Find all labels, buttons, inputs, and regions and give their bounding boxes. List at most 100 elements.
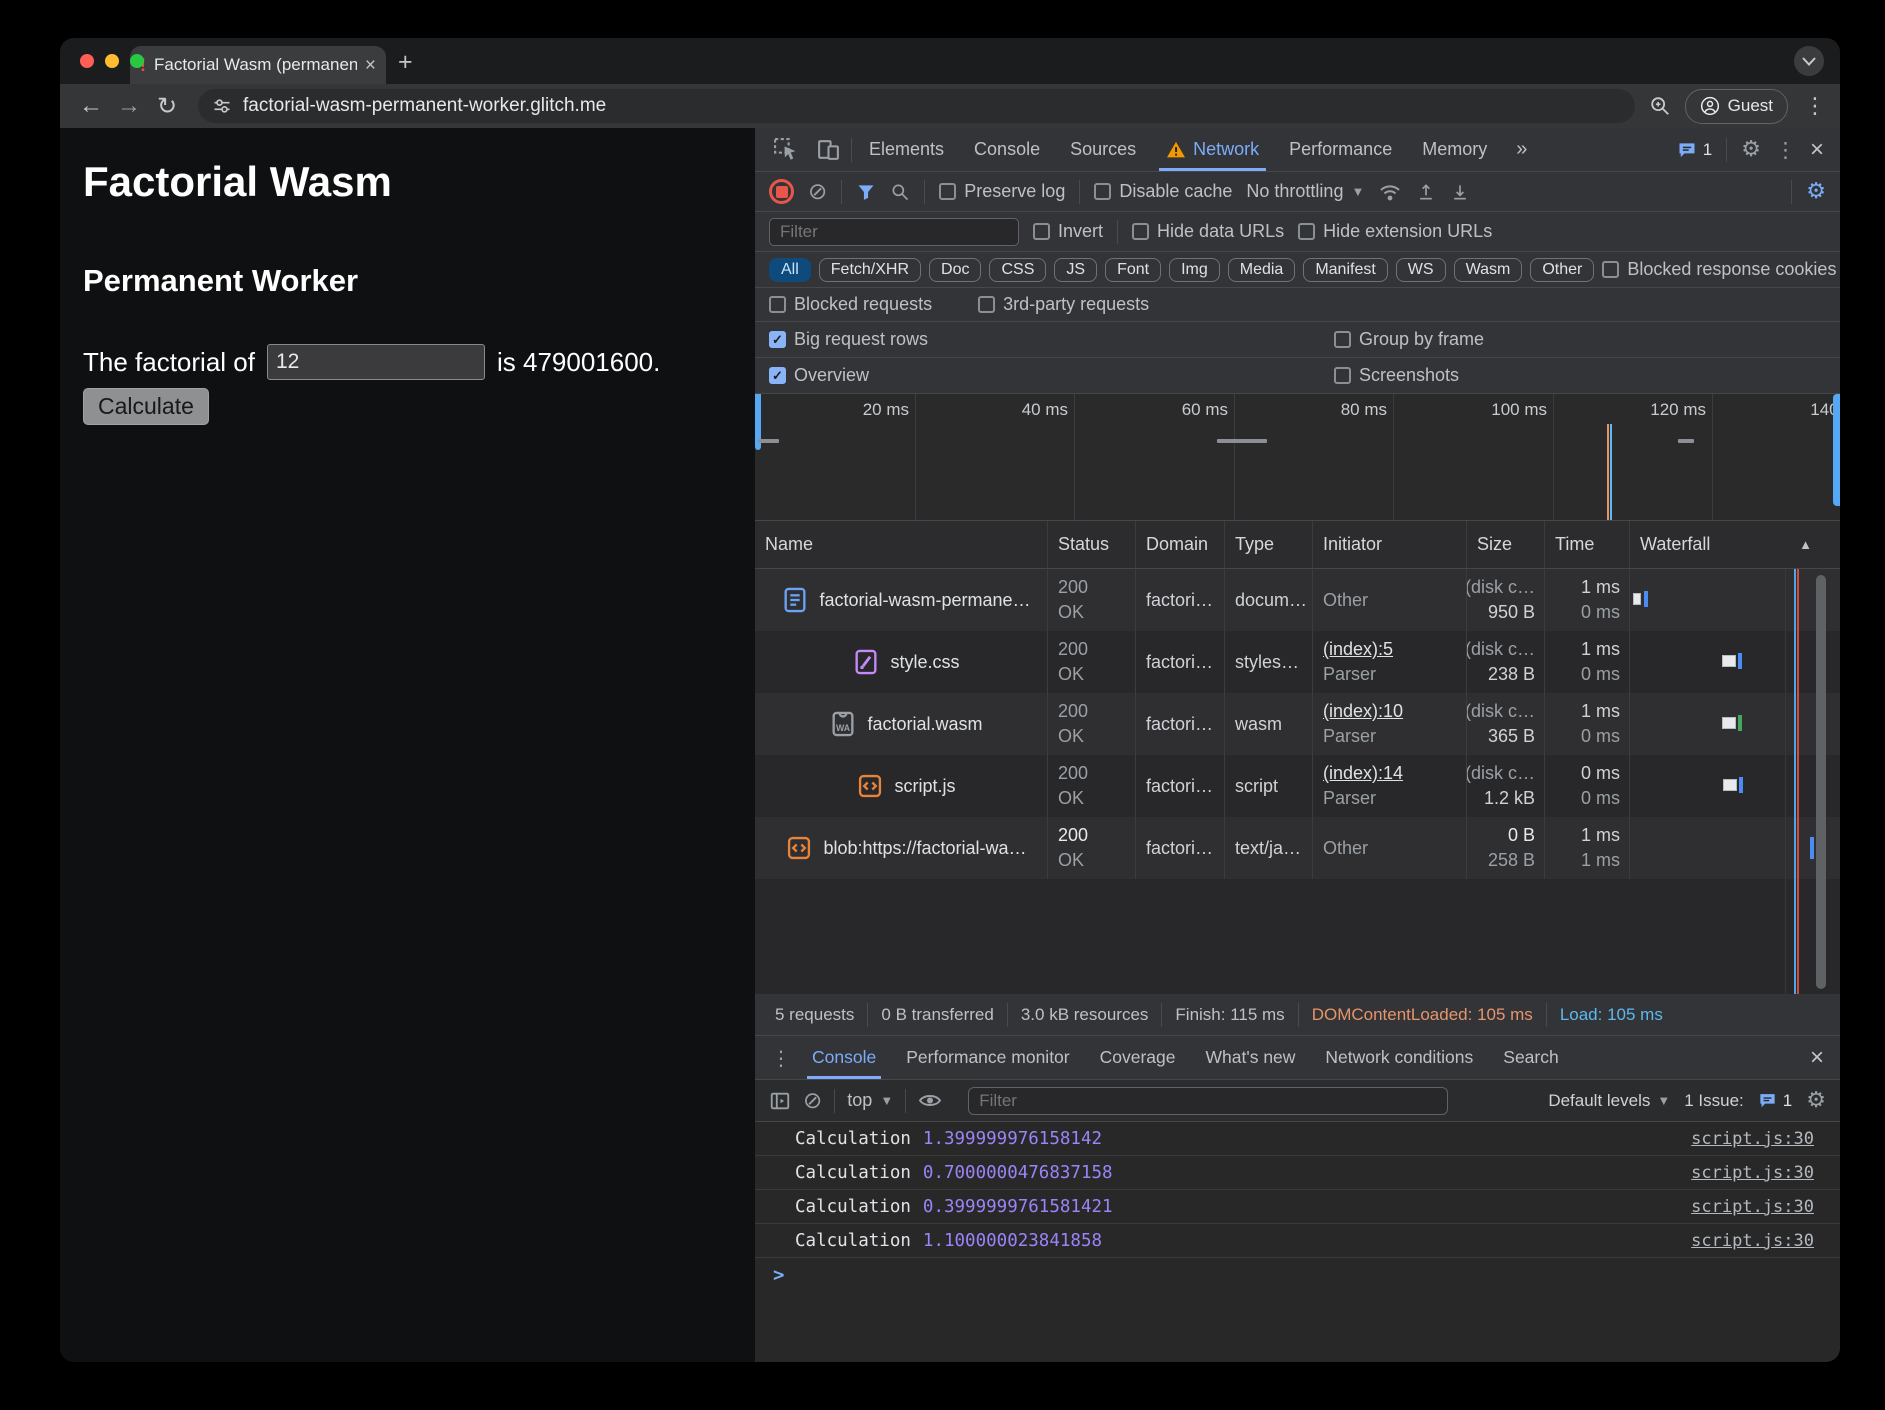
export-har-icon[interactable] [1450, 182, 1470, 202]
console-settings-gear-icon[interactable]: ⚙ [1806, 1088, 1826, 1113]
blocked-cookies-checkbox[interactable] [1602, 261, 1619, 278]
initiator-link[interactable]: (index):10 [1323, 701, 1403, 721]
column-header-name[interactable]: Name [755, 521, 1048, 568]
new-tab-button[interactable]: + [398, 48, 413, 77]
network-conditions-icon[interactable] [1378, 181, 1402, 203]
chip-img[interactable]: Img [1169, 258, 1220, 282]
log-source-link[interactable]: script.js:30 [1691, 1163, 1840, 1183]
inspect-element-icon[interactable] [765, 137, 806, 162]
column-header-type[interactable]: Type [1225, 521, 1313, 568]
factorial-input[interactable] [267, 344, 485, 380]
tab-performance[interactable]: Performance [1274, 128, 1407, 171]
chip-doc[interactable]: Doc [929, 258, 981, 282]
preserve-log-checkbox[interactable] [939, 183, 956, 200]
throttling-dropdown[interactable]: No throttling ▼ [1246, 181, 1364, 202]
drawer-tab-coverage[interactable]: Coverage [1085, 1036, 1191, 1079]
profile-button[interactable]: Guest [1685, 89, 1788, 124]
hide-extension-urls-control[interactable]: Hide extension URLs [1298, 221, 1492, 242]
calculate-button[interactable]: Calculate [83, 388, 209, 425]
chip-all[interactable]: All [769, 258, 811, 282]
back-button[interactable]: ← [74, 92, 108, 120]
browser-menu-icon[interactable]: ⋮ [1804, 94, 1826, 119]
issue-counter-label[interactable]: 1 Issue: [1684, 1091, 1744, 1111]
device-toolbar-icon[interactable] [808, 137, 849, 162]
blocked-cookies-control[interactable]: Blocked response cookies [1602, 259, 1836, 280]
chip-js[interactable]: JS [1054, 258, 1097, 282]
chip-css[interactable]: CSS [989, 258, 1046, 282]
request-row[interactable]: style.css 200OK factori… styles… (index)… [755, 631, 1840, 693]
screenshots-checkbox[interactable] [1334, 367, 1351, 384]
initiator-link[interactable]: (index):14 [1323, 763, 1403, 783]
zoom-icon[interactable] [1649, 95, 1671, 117]
screenshots-control[interactable]: Screenshots [1334, 365, 1459, 386]
drawer-menu-icon[interactable]: ⋮ [765, 1046, 797, 1070]
eye-icon[interactable] [918, 1092, 942, 1109]
big-request-rows-checkbox[interactable]: ✓ [769, 331, 786, 348]
chip-ws[interactable]: WS [1396, 258, 1446, 282]
drawer-tab-network-conditions[interactable]: Network conditions [1310, 1036, 1488, 1079]
minimize-window-button[interactable] [105, 54, 119, 68]
request-row[interactable]: factorial-wasm-permane… 200OK factori… d… [755, 569, 1840, 631]
tab-close-icon[interactable]: × [365, 56, 376, 75]
log-source-link[interactable]: script.js:30 [1691, 1129, 1840, 1149]
devtools-menu-icon[interactable]: ⋮ [1775, 138, 1796, 162]
disable-cache-control[interactable]: Disable cache [1094, 181, 1232, 202]
group-by-frame-checkbox[interactable] [1334, 331, 1351, 348]
request-row[interactable]: script.js 200OK factori… script (index):… [755, 755, 1840, 817]
record-network-log-button[interactable] [769, 179, 794, 204]
invert-checkbox[interactable] [1033, 223, 1050, 240]
column-header-initiator[interactable]: Initiator [1313, 521, 1467, 568]
close-window-button[interactable] [80, 54, 94, 68]
hide-data-urls-checkbox[interactable] [1132, 223, 1149, 240]
drawer-tab-console[interactable]: Console [797, 1036, 891, 1079]
overview-control[interactable]: ✓ Overview [769, 365, 869, 386]
drawer-tab-what-s-new[interactable]: What's new [1191, 1036, 1311, 1079]
third-party-control[interactable]: 3rd-party requests [978, 294, 1149, 315]
column-header-time[interactable]: Time [1545, 521, 1630, 568]
drawer-close-icon[interactable]: × [1810, 1044, 1840, 1072]
chip-other[interactable]: Other [1530, 258, 1594, 282]
tab-memory[interactable]: Memory [1407, 128, 1502, 171]
drawer-tab-search[interactable]: Search [1488, 1036, 1573, 1079]
tab-console[interactable]: Console [959, 128, 1055, 171]
log-levels-dropdown[interactable]: Default levels ▼ [1548, 1091, 1670, 1111]
clear-console-icon[interactable]: ⊘ [803, 1088, 822, 1114]
request-row[interactable]: WAfactorial.wasm 200OK factori… wasm (in… [755, 693, 1840, 755]
overview-checkbox[interactable]: ✓ [769, 367, 786, 384]
chip-manifest[interactable]: Manifest [1303, 258, 1387, 282]
more-tabs-button[interactable]: » [1504, 138, 1539, 161]
clear-network-log-icon[interactable]: ⊘ [808, 179, 827, 205]
network-filter-input[interactable] [769, 218, 1019, 246]
network-overview-timeline[interactable]: 20 ms40 ms60 ms80 ms100 ms120 ms140 ms [755, 394, 1840, 521]
third-party-checkbox[interactable] [978, 296, 995, 313]
log-source-link[interactable]: script.js:30 [1691, 1197, 1840, 1217]
tab-search-button[interactable] [1794, 46, 1824, 76]
reload-button[interactable]: ↻ [150, 92, 184, 121]
preserve-log-control[interactable]: Preserve log [939, 181, 1065, 202]
search-icon[interactable] [890, 182, 910, 202]
blocked-requests-checkbox[interactable] [769, 296, 786, 313]
big-request-rows-control[interactable]: ✓ Big request rows [769, 329, 928, 350]
settings-gear-icon[interactable]: ⚙ [1741, 137, 1761, 162]
chip-media[interactable]: Media [1228, 258, 1296, 282]
network-settings-gear-icon[interactable]: ⚙ [1806, 179, 1826, 204]
issue-counter[interactable]: 1 [1758, 1091, 1792, 1111]
browser-tab[interactable]: ! Factorial Wasm (permanent W × [130, 46, 386, 84]
request-row[interactable]: blob:https://factorial-wa… 200OK factori… [755, 817, 1840, 879]
console-sidebar-toggle-icon[interactable] [769, 1090, 791, 1112]
tab-elements[interactable]: Elements [854, 128, 959, 171]
overview-right-handle[interactable] [1833, 394, 1840, 506]
group-by-frame-control[interactable]: Group by frame [1334, 329, 1484, 350]
filter-funnel-icon[interactable] [856, 182, 876, 202]
import-har-icon[interactable] [1416, 182, 1436, 202]
maximize-window-button[interactable] [130, 54, 144, 68]
chip-font[interactable]: Font [1105, 258, 1161, 282]
devtools-close-icon[interactable]: × [1810, 136, 1824, 164]
tab-network[interactable]: Network [1151, 128, 1274, 171]
column-header-size[interactable]: Size [1467, 521, 1545, 568]
hide-extension-urls-checkbox[interactable] [1298, 223, 1315, 240]
disable-cache-checkbox[interactable] [1094, 183, 1111, 200]
forward-button[interactable]: → [112, 92, 146, 120]
chip-fetch-xhr[interactable]: Fetch/XHR [819, 258, 921, 282]
drawer-tab-performance-monitor[interactable]: Performance monitor [891, 1036, 1084, 1079]
